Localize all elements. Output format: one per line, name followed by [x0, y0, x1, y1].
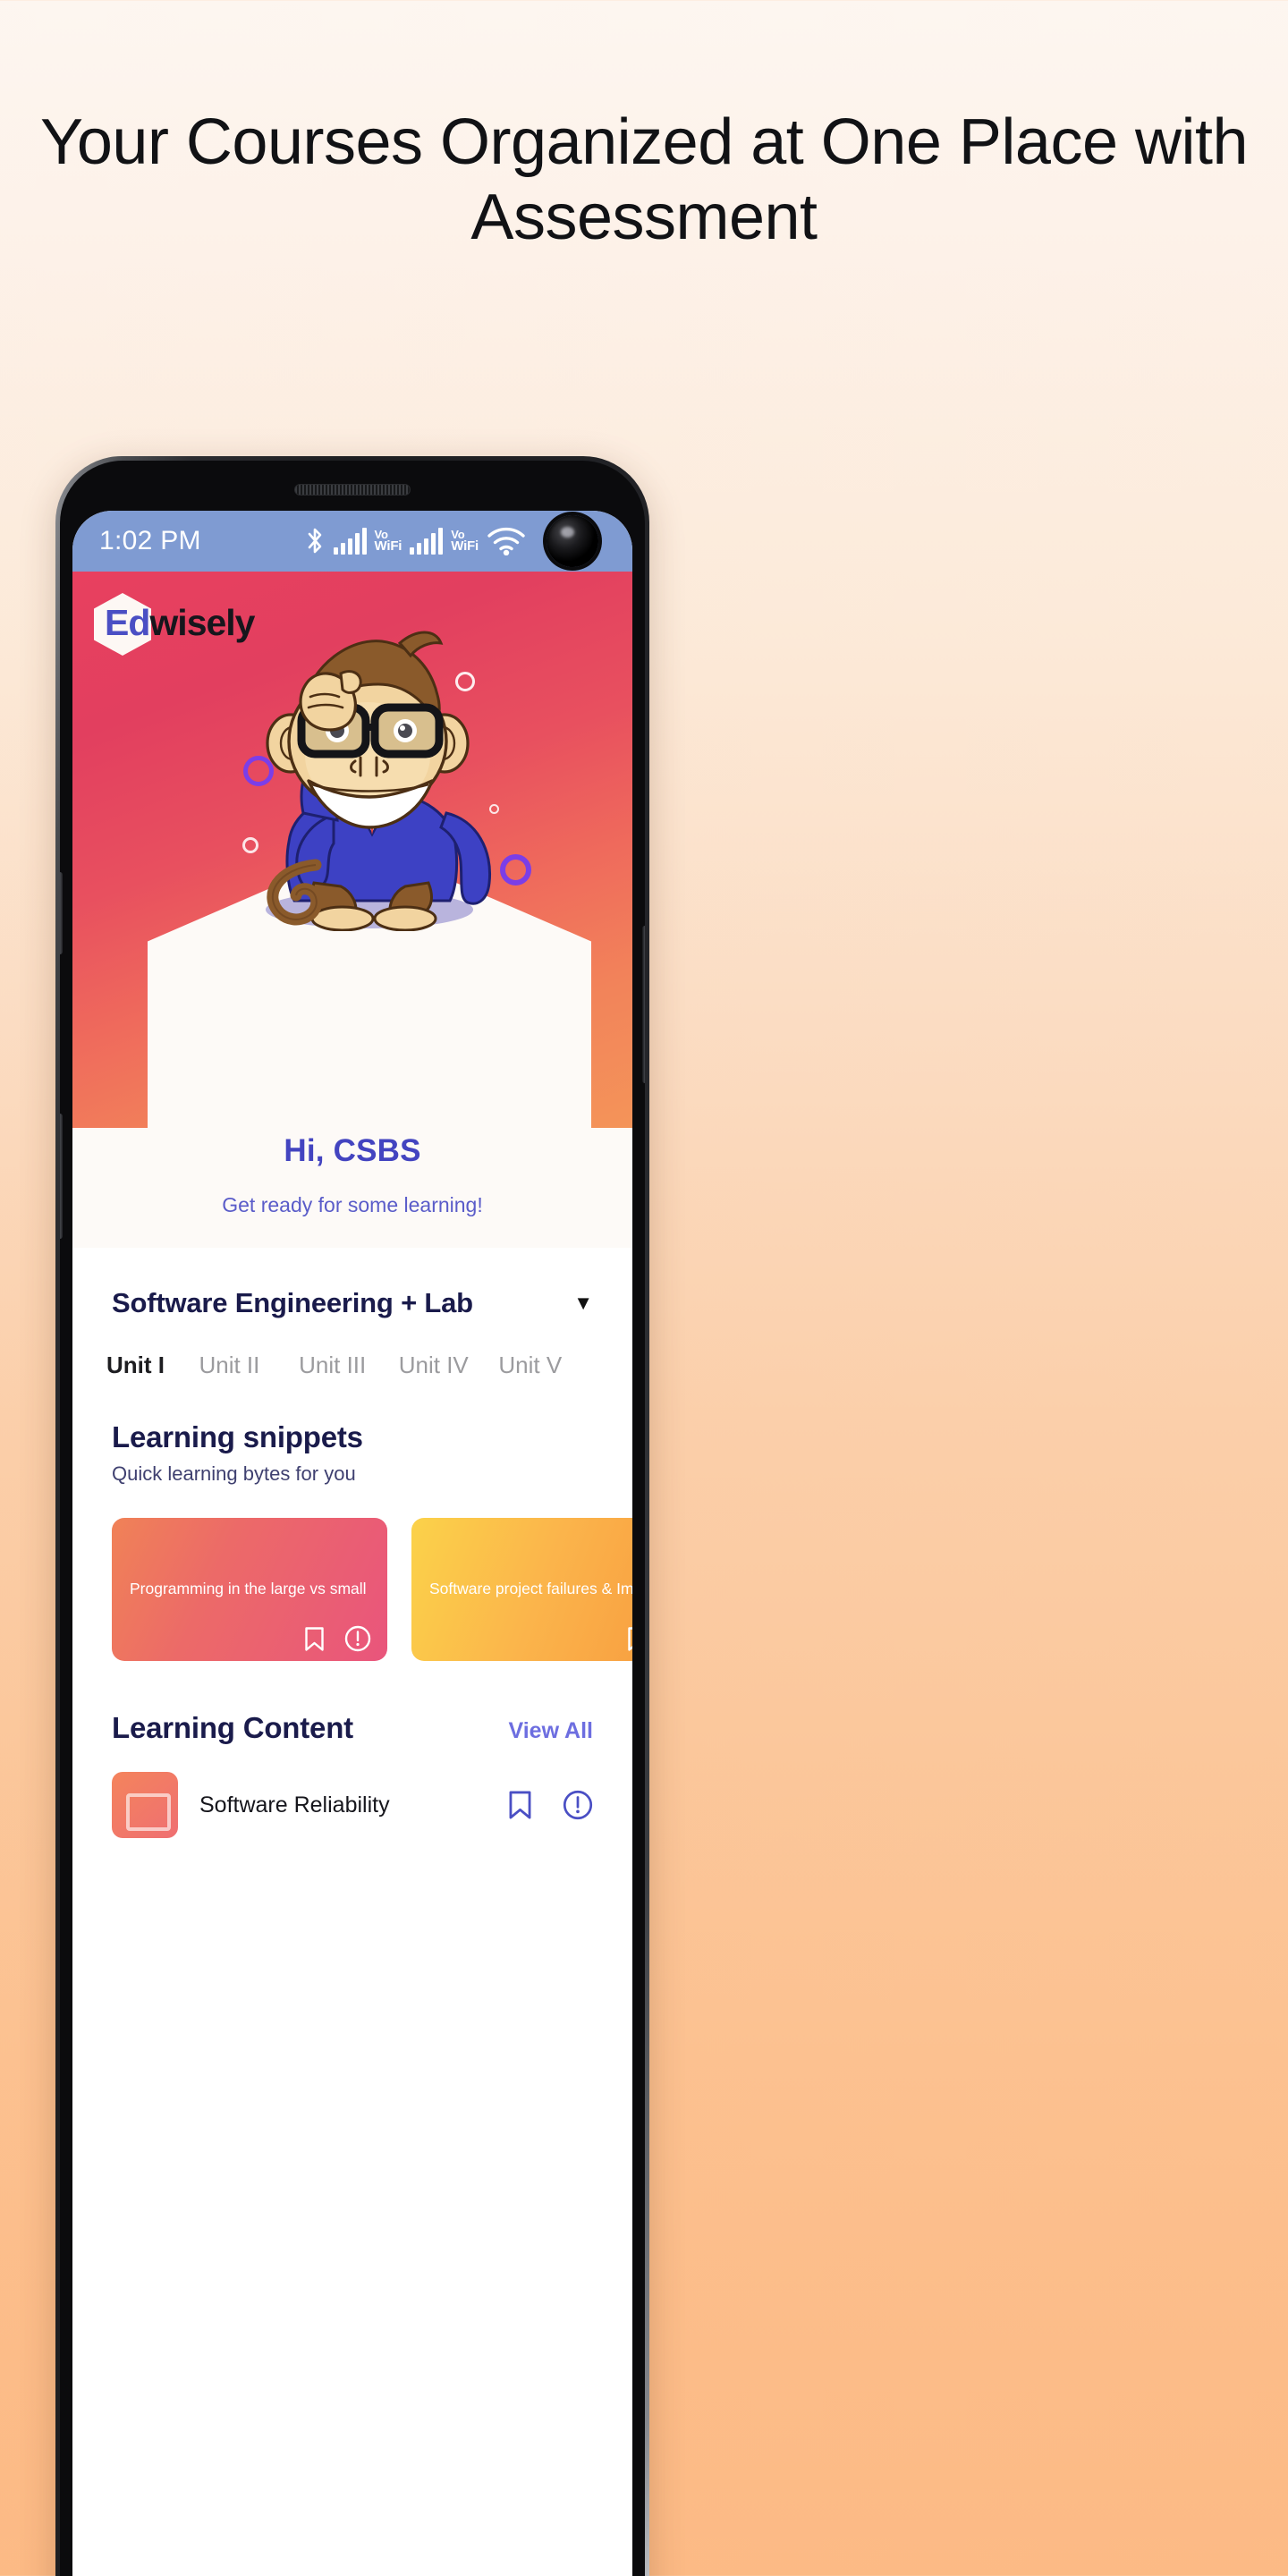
course-selector[interactable]: Software Engineering + Lab ▼ — [72, 1248, 632, 1319]
hero-banner: Edwisely — [72, 572, 632, 1128]
monkey-mascot-icon — [266, 631, 492, 931]
status-bar: 1:02 PM Vo WiFi Vo WiFi — [72, 511, 632, 572]
power-button[interactable] — [642, 926, 645, 1083]
learning-snippets-title: Learning snippets — [112, 1420, 363, 1453]
snippet-card[interactable]: Software project failures & Important of… — [411, 1518, 632, 1661]
greeting-name: Hi, CSBS — [284, 1133, 421, 1168]
course-selector-label: Software Engineering + Lab — [112, 1287, 473, 1318]
logo-text-secondary: wisely — [149, 601, 255, 643]
content-thumbnail-icon — [112, 1772, 178, 1838]
phone-bezel: 1:02 PM Vo WiFi Vo WiFi Edwisely Hi, CSB… — [60, 461, 645, 2576]
snippet-card[interactable]: Programming in the large vs small — [112, 1518, 387, 1661]
learning-content-header: Learning Content View All — [72, 1661, 632, 1745]
wifi-icon — [487, 527, 525, 555]
tab-unit-5[interactable]: Unit V — [498, 1352, 598, 1379]
info-circle-icon[interactable] — [344, 1625, 371, 1652]
chevron-down-icon[interactable]: ▼ — [573, 1293, 593, 1313]
snippet-card-title: Software project failures & Important of… — [429, 1580, 632, 1598]
phone-screen: 1:02 PM Vo WiFi Vo WiFi Edwisely Hi, CSB… — [72, 511, 632, 2576]
snippet-card-actions — [304, 1625, 371, 1652]
earpiece-speaker-icon — [294, 484, 411, 496]
volume-up-button[interactable] — [60, 872, 63, 954]
status-clock: 1:02 PM — [99, 526, 201, 555]
content-sheet: Software Engineering + Lab ▼ Unit I Unit… — [72, 1248, 632, 1838]
info-circle-icon[interactable] — [563, 1790, 593, 1820]
bluetooth-icon — [308, 528, 321, 554]
tab-unit-2[interactable]: Unit II — [199, 1352, 299, 1379]
greeting-block: Hi, CSBS Get ready for some learning! — [72, 1128, 632, 1248]
list-item-actions — [508, 1790, 593, 1820]
tab-unit-4[interactable]: Unit IV — [399, 1352, 499, 1379]
bookmark-icon[interactable] — [508, 1790, 532, 1820]
snippet-card-title: Programming in the large vs small — [130, 1580, 367, 1598]
list-item-label: Software Reliability — [199, 1792, 390, 1818]
logo-text-primary: Ed — [105, 601, 150, 643]
volume-down-button[interactable] — [60, 1114, 63, 1239]
snippet-card-actions — [627, 1625, 632, 1652]
signal-bars-icon — [333, 528, 367, 555]
logo-text: Edwisely — [99, 601, 256, 644]
volte-label-wifi: WiFi — [374, 538, 402, 555]
bookmark-icon[interactable] — [304, 1626, 325, 1652]
app-logo: Edwisely — [94, 593, 256, 656]
signal-bars-icon — [410, 528, 444, 555]
view-all-link[interactable]: View All — [509, 1718, 593, 1744]
learning-content-title: Learning Content — [112, 1711, 353, 1744]
front-camera-icon — [547, 515, 598, 567]
greeting-subtitle: Get ready for some learning! — [222, 1193, 483, 1216]
tab-unit-1[interactable]: Unit I — [106, 1352, 199, 1379]
tab-unit-3[interactable]: Unit III — [299, 1352, 399, 1379]
volte-wifi-icon: Vo WiFi — [451, 529, 479, 555]
bookmark-icon[interactable] — [627, 1626, 632, 1652]
volte-label-wifi: WiFi — [451, 538, 479, 555]
unit-tabs[interactable]: Unit I Unit II Unit III Unit IV Unit V — [72, 1319, 632, 1379]
list-item[interactable]: Software Reliability — [72, 1745, 632, 1838]
snippet-carousel[interactable]: Programming in the large vs small Softwa… — [72, 1486, 632, 1661]
phone-mockup: 1:02 PM Vo WiFi Vo WiFi Edwisely Hi, CSB… — [55, 456, 649, 2576]
page-title: Your Courses Organized at One Place with… — [39, 106, 1249, 253]
learning-snippets-header: Learning snippets Quick learning bytes f… — [72, 1379, 632, 1486]
learning-snippets-subtitle: Quick learning bytes for you — [112, 1462, 356, 1485]
volte-wifi-icon: Vo WiFi — [374, 529, 402, 555]
